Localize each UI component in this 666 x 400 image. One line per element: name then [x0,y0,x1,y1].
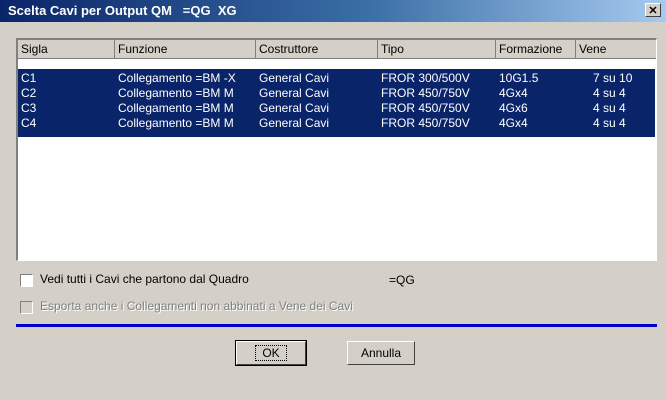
ok-button-label: OK [255,345,287,361]
cell-sigla: C1 [21,71,37,85]
cell-funzione: Collegamento =BM -X [118,71,236,85]
cell-vene: 4 su 4 [593,86,626,100]
close-icon: ✕ [648,5,658,17]
column-header-vene[interactable]: Vene [576,40,656,58]
cell-costruttore: General Cavi [259,86,330,100]
table-row[interactable]: C1 Collegamento =BM -X General Cavi FROR… [18,71,655,86]
list-header: Sigla Funzione Costruttore Tipo Formazio… [18,40,656,59]
export-links-checkbox [20,301,33,314]
cell-sigla: C4 [21,116,37,130]
show-all-cables-checkbox[interactable] [20,274,33,287]
cancel-button[interactable]: Annulla [347,341,415,365]
table-row[interactable]: C2 Collegamento =BM M General Cavi FROR … [18,86,655,101]
close-button[interactable]: ✕ [645,3,661,17]
export-links-label: Esporta anche i Collegamenti non abbinat… [40,299,353,313]
cell-vene: 7 su 10 [593,71,633,85]
cell-costruttore: General Cavi [259,116,330,130]
cable-list[interactable]: Sigla Funzione Costruttore Tipo Formazio… [16,38,657,261]
column-header-sigla[interactable]: Sigla [18,40,115,58]
title-bar: Scelta Cavi per Output QM =QG XG ✕ [0,0,666,22]
column-header-costruttore[interactable]: Costruttore [256,40,378,58]
cell-formazione: 4Gx6 [499,101,528,115]
column-header-funzione[interactable]: Funzione [115,40,256,58]
cancel-button-label: Annulla [360,346,402,360]
quadro-value: =QG [389,273,415,287]
cell-vene: 4 su 4 [593,101,626,115]
cell-costruttore: General Cavi [259,101,330,115]
cell-formazione: 4Gx4 [499,86,528,100]
cell-sigla: C3 [21,101,37,115]
show-all-cables-label[interactable]: Vedi tutti i Cavi che partono dal Quadro [40,272,249,286]
cell-formazione: 4Gx4 [499,116,528,130]
cell-vene: 4 su 4 [593,116,626,130]
cell-formazione: 10G1.5 [499,71,539,85]
cell-tipo: FROR 450/750V [381,116,470,130]
table-row[interactable]: C4 Collegamento =BM M General Cavi FROR … [18,116,655,131]
cell-costruttore: General Cavi [259,71,330,85]
cell-funzione: Collegamento =BM M [118,86,234,100]
cell-funzione: Collegamento =BM M [118,101,234,115]
cell-tipo: FROR 300/500V [381,71,470,85]
column-header-tipo[interactable]: Tipo [378,40,496,58]
cell-tipo: FROR 450/750V [381,101,470,115]
cell-tipo: FROR 450/750V [381,86,470,100]
cell-funzione: Collegamento =BM M [118,116,234,130]
table-row[interactable]: C3 Collegamento =BM M General Cavi FROR … [18,101,655,116]
cell-sigla: C2 [21,86,37,100]
column-header-formazione[interactable]: Formazione [496,40,576,58]
separator-line [16,324,657,327]
ok-button[interactable]: OK [235,340,307,366]
window-title: Scelta Cavi per Output QM =QG XG [8,3,237,18]
